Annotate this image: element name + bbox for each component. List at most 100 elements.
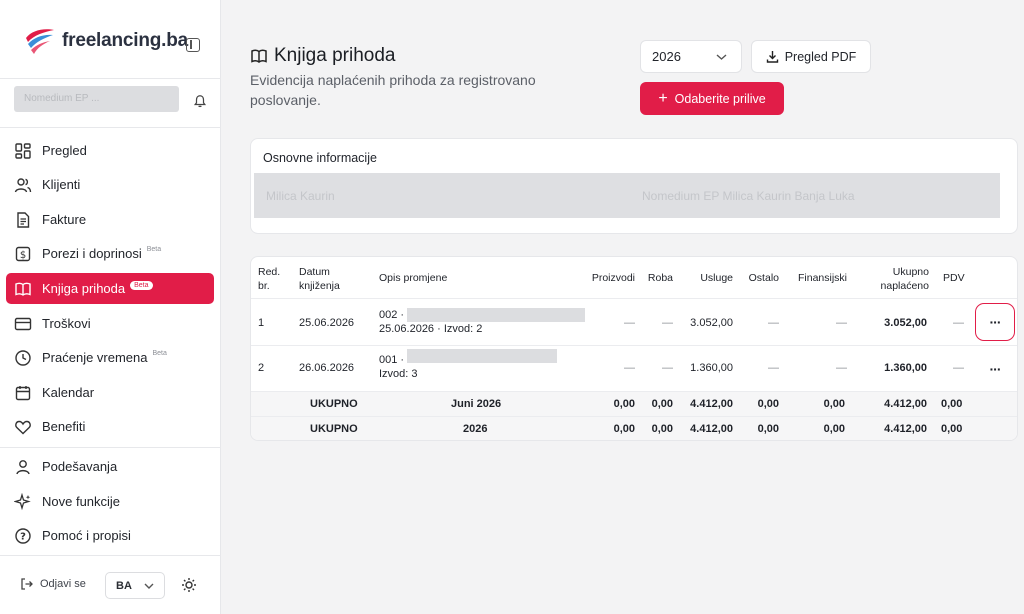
- totals-proizvodi: 0,00: [613, 398, 635, 410]
- beta-badge: Beta: [146, 246, 162, 253]
- column-header-finansijski: Finansijski: [797, 272, 847, 284]
- sidebar-item-podesavanja[interactable]: Podešavanja: [6, 451, 214, 482]
- logout-button[interactable]: Odjavi se: [20, 577, 86, 591]
- redacted-desc: [407, 308, 585, 322]
- totals-roba: 0,00: [651, 398, 673, 410]
- sidebar-item-fakture[interactable]: Fakture: [6, 204, 214, 235]
- info-left-text: Milica Kaurin: [266, 189, 335, 203]
- bell-icon[interactable]: [193, 94, 207, 108]
- row-divider: [251, 345, 1017, 346]
- brand-name: freelancing.ba: [62, 30, 189, 51]
- row-actions-button[interactable]: ···: [985, 361, 1005, 377]
- column-header-ostalo: Ostalo: [748, 272, 779, 284]
- credit-card-icon: [12, 313, 34, 335]
- totals-pdv: 0,00: [941, 423, 963, 435]
- beta-badge: Beta: [152, 350, 167, 357]
- column-header-usluge: Usluge: [700, 272, 733, 284]
- year-select[interactable]: 2026: [640, 40, 742, 73]
- svg-text:?: ?: [20, 531, 26, 542]
- cell-usluge: 3.052,00: [690, 317, 733, 329]
- sidebar-item-pracenje-vremena[interactable]: Praćenje vremena Beta: [6, 342, 214, 373]
- cell-desc-line1: 001 ·: [379, 354, 405, 366]
- totals-ostalo: 0,00: [757, 398, 779, 410]
- totals-usluge: 4.412,00: [690, 398, 733, 410]
- cell-ostalo: —: [768, 317, 779, 329]
- cell-pdv: —: [953, 317, 964, 329]
- sidebar-item-troskovi[interactable]: Troškovi: [6, 308, 214, 339]
- row-divider: [251, 298, 1017, 299]
- sidebar: freelancing.ba Nomedium EP ... Pregled K…: [0, 0, 221, 614]
- totals-row-year: UKUPNO 2026 0,00 0,00 4.412,00 0,00 0,00…: [251, 417, 1017, 440]
- totals-ukupno: 4.412,00: [884, 398, 927, 410]
- language-select[interactable]: BA: [105, 572, 165, 599]
- column-header-pdv: PDV: [943, 272, 965, 284]
- user-name: Nomedium EP ...: [24, 93, 100, 104]
- pdf-preview-button[interactable]: Pregled PDF: [751, 40, 871, 73]
- sidebar-item-label: Nove funkcije: [42, 494, 121, 509]
- cell-date: 25.06.2026: [299, 317, 355, 329]
- totals-finansijski: 0,00: [823, 423, 845, 435]
- sidebar-collapse-button[interactable]: [186, 38, 200, 52]
- pdf-preview-label: Pregled PDF: [784, 49, 857, 64]
- totals-ostalo: 0,00: [757, 423, 779, 435]
- sidebar-item-pregled[interactable]: Pregled: [6, 135, 214, 166]
- more-icon: ···: [989, 361, 1002, 377]
- sidebar-item-label: Porezi i doprinosi: [42, 246, 142, 261]
- book-icon: [250, 47, 268, 65]
- year-value: 2026: [652, 49, 681, 64]
- totals-proizvodi: 0,00: [613, 423, 635, 435]
- user-icon: [12, 456, 34, 478]
- cell-roba: —: [662, 362, 673, 374]
- sidebar-item-benefiti[interactable]: Benefiti: [6, 411, 214, 442]
- column-header-proizvodi: Proizvodi: [591, 272, 635, 284]
- cell-finansijski: —: [836, 362, 847, 374]
- brand-logo[interactable]: freelancing.ba: [22, 26, 188, 56]
- redacted-info: Milica Kaurin Nomedium EP Milica Kaurin …: [254, 173, 1000, 218]
- page-title-text: Knjiga prihoda: [274, 45, 396, 66]
- svg-text:$: $: [20, 250, 26, 261]
- sidebar-item-knjiga-prihoda[interactable]: Knjiga prihoda Beta: [6, 273, 214, 304]
- users-icon: [12, 174, 34, 196]
- select-inflows-label: Odaberite prilive: [674, 91, 766, 106]
- page-title: Knjiga prihoda: [250, 45, 395, 67]
- cell-proizvodi: —: [624, 317, 635, 329]
- brand-mark-icon: [26, 29, 54, 54]
- chevron-down-icon: [144, 583, 154, 589]
- totals-usluge: 4.412,00: [690, 423, 733, 435]
- row-actions-button[interactable]: ···: [975, 303, 1015, 341]
- totals-pdv: 0,00: [941, 398, 963, 410]
- help-circle-icon: ?: [12, 525, 34, 547]
- column-header-desc: Opis promjene: [379, 272, 448, 284]
- book-icon: [12, 278, 34, 300]
- cell-roba: —: [662, 317, 673, 329]
- sidebar-item-kalendar[interactable]: Kalendar: [6, 377, 214, 408]
- column-header-roba: Roba: [647, 272, 673, 284]
- sidebar-item-pomoc[interactable]: ? Pomoć i propisi: [6, 520, 214, 551]
- totals-roba: 0,00: [651, 423, 673, 435]
- sidebar-item-label: Benefiti: [42, 419, 86, 434]
- select-inflows-button[interactable]: + Odaberite prilive: [640, 82, 784, 115]
- sidebar-item-nove-funkcije[interactable]: Nove funkcije: [6, 486, 214, 517]
- divider: [0, 78, 221, 79]
- cell-rb: 1: [258, 317, 265, 329]
- info-right-text: Nomedium EP Milica Kaurin Banja Luka: [642, 189, 855, 203]
- sidebar-item-label: Praćenje vremena: [42, 350, 148, 365]
- clock-icon: [12, 347, 34, 369]
- sidebar-item-label: Knjiga prihoda: [42, 281, 126, 296]
- column-header-rb: Red. br.: [258, 266, 281, 292]
- totals-label: UKUPNO: [310, 398, 358, 410]
- heart-icon: [12, 416, 34, 438]
- income-book-table: Red. br. Datum knjiženja Opis promjene P…: [250, 256, 1018, 441]
- sidebar-item-label: Klijenti: [42, 177, 81, 192]
- sidebar-item-klijenti[interactable]: Klijenti: [6, 169, 214, 200]
- user-account-switcher[interactable]: Nomedium EP ...: [14, 86, 179, 112]
- cell-finansijski: —: [836, 317, 847, 329]
- column-header-ukupno: Ukupno naplaćeno: [880, 266, 929, 292]
- sun-icon[interactable]: [181, 577, 197, 593]
- totals-label: UKUPNO: [310, 423, 358, 435]
- cell-desc-line2: 25.06.2026 · Izvod: 2: [379, 323, 483, 335]
- totals-ukupno: 4.412,00: [884, 423, 927, 435]
- sidebar-item-porezi[interactable]: $ Porezi i doprinosi Beta: [6, 238, 214, 269]
- cell-ukupno: 3.052,00: [884, 317, 927, 329]
- cell-rb: 2: [258, 362, 265, 374]
